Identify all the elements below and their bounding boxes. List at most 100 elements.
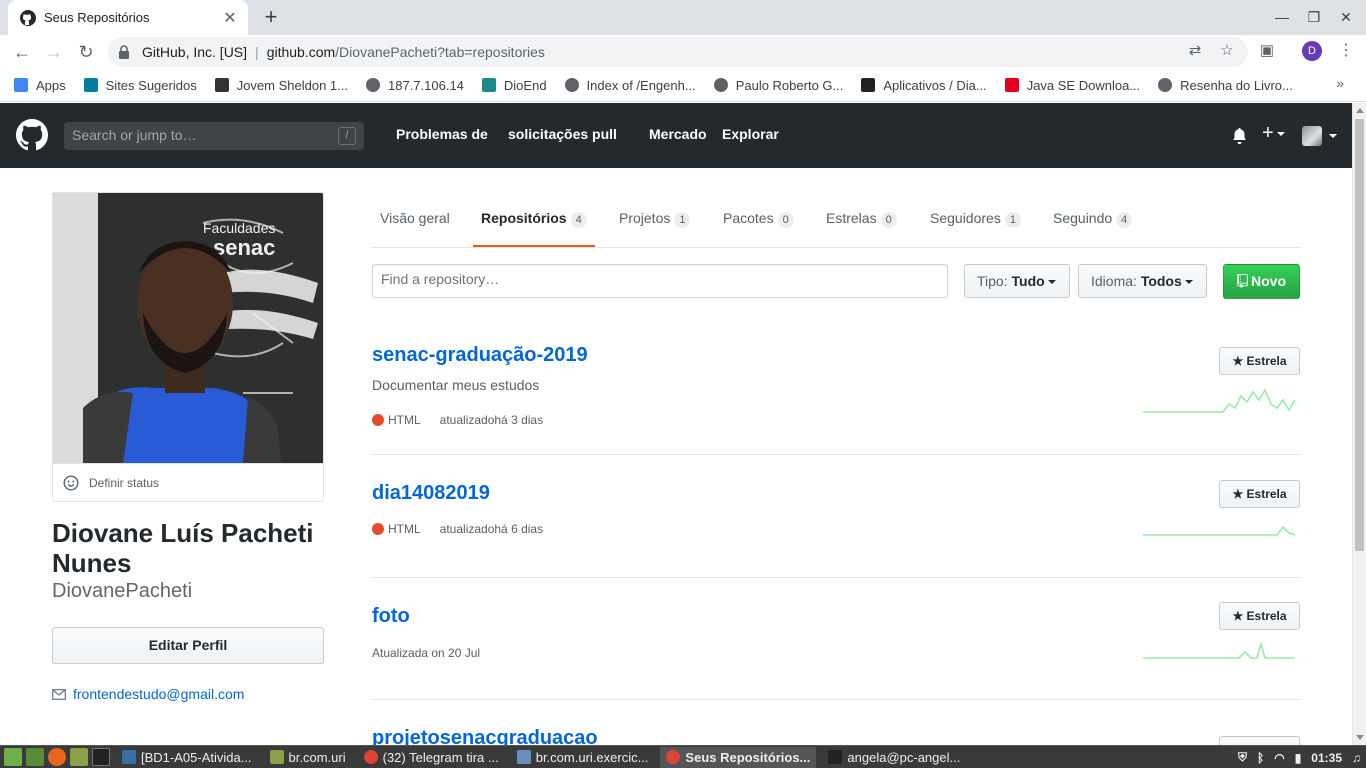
- reload-icon[interactable]: ↻: [73, 39, 99, 65]
- taskbar-window-button[interactable]: br.com.uri: [264, 747, 352, 768]
- tab-projetos[interactable]: Projetos 1: [611, 195, 698, 247]
- nav-pulls-link[interactable]: solicitações pull: [508, 126, 617, 142]
- nav-marketplace-link[interactable]: Mercado: [649, 126, 707, 142]
- translate-icon[interactable]: ⇄: [1185, 41, 1205, 61]
- battery-icon[interactable]: ▮: [1295, 751, 1302, 765]
- repo-name-link[interactable]: dia14082019: [372, 482, 490, 505]
- new-repository-button[interactable]: Novo: [1223, 264, 1300, 299]
- repo-meta: HTML atualizadohá 3 dias: [372, 413, 543, 427]
- nav-explore-link[interactable]: Explorar: [722, 126, 779, 142]
- repo-name-link[interactable]: foto: [372, 605, 410, 628]
- scrollbar-thumb[interactable]: [1355, 119, 1364, 551]
- apps-grid-icon: [14, 78, 28, 92]
- profile-photo[interactable]: Faculdades senac: [53, 193, 323, 463]
- bookmark-label: Index of /Engenh...: [586, 77, 696, 93]
- taskbar-window-list: [BD1-A05-Ativida... br.com.uri (32) Telegr…: [110, 746, 966, 768]
- bookmark-item[interactable]: Jovem Sheldon 1...: [214, 78, 348, 93]
- restore-icon[interactable]: ❐: [1298, 0, 1330, 35]
- repo-name-link[interactable]: senac-graduação-2019: [372, 344, 588, 367]
- tab-repositórios[interactable]: Repositórios 4: [473, 195, 595, 247]
- tab-estrelas[interactable]: Estrelas 0: [818, 195, 905, 247]
- bookmark-item[interactable]: Java SE Downloa...: [1004, 78, 1140, 93]
- repo-updated: Atualizada on 20 Jul: [372, 646, 481, 660]
- star-label: Estrela: [1246, 354, 1287, 368]
- files-launcher-icon[interactable]: [70, 748, 88, 766]
- bookmarks-overflow-icon[interactable]: »: [1336, 75, 1344, 91]
- firefox-launcher-icon[interactable]: [48, 748, 66, 766]
- tab-label: Projetos: [619, 210, 671, 226]
- find-repository-input[interactable]: Find a repository…: [372, 264, 948, 298]
- wifi-icon[interactable]: ◠: [1274, 751, 1284, 765]
- star-button[interactable]: ★ Estrela: [1219, 347, 1300, 375]
- bookmark-item[interactable]: Resenha do Livro...: [1158, 78, 1293, 93]
- new-tab-button[interactable]: +: [258, 4, 284, 30]
- bookmark-item[interactable]: Sites Sugeridos: [83, 77, 197, 93]
- nav-issues-link[interactable]: Problemas de: [396, 126, 488, 142]
- repo-name-link[interactable]: projetosenacgraduacao: [372, 727, 598, 745]
- close-tab-icon[interactable]: ✕: [222, 8, 238, 28]
- star-label: Estrela: [1246, 609, 1287, 623]
- taskbar-window-label: br.com.uri: [288, 749, 346, 765]
- extension-icon[interactable]: ▣: [1257, 41, 1277, 61]
- browser-menu-icon[interactable]: ⋮: [1336, 40, 1356, 62]
- tab-seguidores[interactable]: Seguidores 1: [922, 195, 1029, 247]
- start-menu-icon[interactable]: [4, 748, 22, 766]
- back-arrow-icon[interactable]: ←: [9, 39, 35, 65]
- tab-seguindo[interactable]: Seguindo 4: [1045, 195, 1140, 247]
- star-button[interactable]: ★ Estrela: [1219, 736, 1300, 745]
- tab-pacotes[interactable]: Pacotes 0: [715, 195, 802, 247]
- system-tray: ⛨ ᛒ ◠ ▮ 01:35 ♫: [1233, 746, 1366, 768]
- show-desktop-icon[interactable]: [26, 748, 44, 766]
- browser-profile-avatar[interactable]: D: [1302, 41, 1322, 61]
- scroll-up-arrow-icon[interactable]: [1356, 108, 1364, 113]
- bookmark-star-icon[interactable]: ☆: [1217, 41, 1237, 61]
- bookmark-item[interactable]: Paulo Roberto G...: [713, 78, 843, 93]
- edit-profile-button[interactable]: Editar Perfil: [52, 627, 324, 664]
- set-status-button[interactable]: Definir status: [53, 463, 323, 501]
- sparkline-path: [1143, 388, 1296, 413]
- minimize-icon[interactable]: —: [1266, 0, 1298, 35]
- address-bar[interactable]: GitHub, Inc. [US] | github.com /DiovaneP…: [108, 37, 1248, 67]
- create-new-plus-icon[interactable]: +: [1262, 122, 1285, 145]
- bluetooth-icon[interactable]: ᛒ: [1257, 751, 1264, 765]
- language-filter-dropdown[interactable]: Idioma: Todos: [1078, 264, 1207, 298]
- star-button[interactable]: ★ Estrela: [1219, 602, 1300, 630]
- bookmark-label: Sites Sugeridos: [105, 77, 197, 93]
- bookmark-item[interactable]: Aplicativos / Dia...: [861, 78, 987, 93]
- bookmark-item[interactable]: Apps: [14, 78, 66, 93]
- user-avatar-menu[interactable]: [1302, 126, 1322, 146]
- avatar-chevron-down-icon[interactable]: [1329, 134, 1337, 138]
- star-button[interactable]: ★ Estrela: [1219, 480, 1300, 508]
- type-filter-dropdown[interactable]: Tipo: Tudo: [964, 264, 1070, 298]
- terminal-launcher-icon[interactable]: [92, 748, 110, 766]
- browser-tab-active[interactable]: Seus Repositórios ✕: [8, 0, 248, 35]
- github-search-input[interactable]: Search or jump to… /: [64, 122, 364, 150]
- clock[interactable]: 01:35: [1311, 751, 1342, 765]
- forward-arrow-icon[interactable]: →: [41, 39, 67, 65]
- repo-meta: HTML atualizadohá 6 dias: [372, 522, 543, 536]
- shield-icon[interactable]: ⛨: [1238, 750, 1247, 765]
- page-scrollbar[interactable]: [1352, 103, 1366, 745]
- notifications-bell-icon[interactable]: [1232, 128, 1247, 144]
- taskbar-window-button[interactable]: [BD1-A05-Ativida...: [116, 747, 258, 768]
- music-icon[interactable]: ♫: [1352, 751, 1361, 765]
- github-logo-icon[interactable]: [16, 119, 48, 151]
- taskbar-window-button[interactable]: (32) Telegram tira ...: [358, 747, 505, 768]
- tab-visão-geral[interactable]: Visão geral: [372, 195, 458, 247]
- bookmark-item[interactable]: 187.7.106.14: [366, 78, 464, 93]
- profile-email-link[interactable]: frontendestudo@gmail.com: [73, 686, 244, 702]
- taskbar-window-button[interactable]: Seus Repositórios...: [660, 746, 817, 768]
- scroll-down-arrow-icon[interactable]: [1356, 735, 1364, 740]
- taskbar-window-button[interactable]: angela@pc-angel...: [822, 747, 966, 768]
- chevron-down-icon: [1276, 131, 1285, 136]
- profile-avatar-card: Faculdades senac Definir status: [52, 192, 324, 502]
- profile-full-name: Diovane Luís Pacheti Nunes: [52, 518, 314, 578]
- taskbar-window-button[interactable]: br.com.uri.exercic...: [511, 747, 655, 768]
- dioend-icon: [481, 78, 496, 92]
- tab-label: Estrelas: [826, 210, 877, 226]
- bookmark-item[interactable]: DioEnd: [481, 78, 547, 93]
- bookmark-item[interactable]: Index of /Engenh...: [564, 77, 696, 93]
- smiley-icon: [63, 475, 79, 491]
- close-window-icon[interactable]: ✕: [1330, 0, 1362, 35]
- set-status-label: Definir status: [89, 476, 160, 490]
